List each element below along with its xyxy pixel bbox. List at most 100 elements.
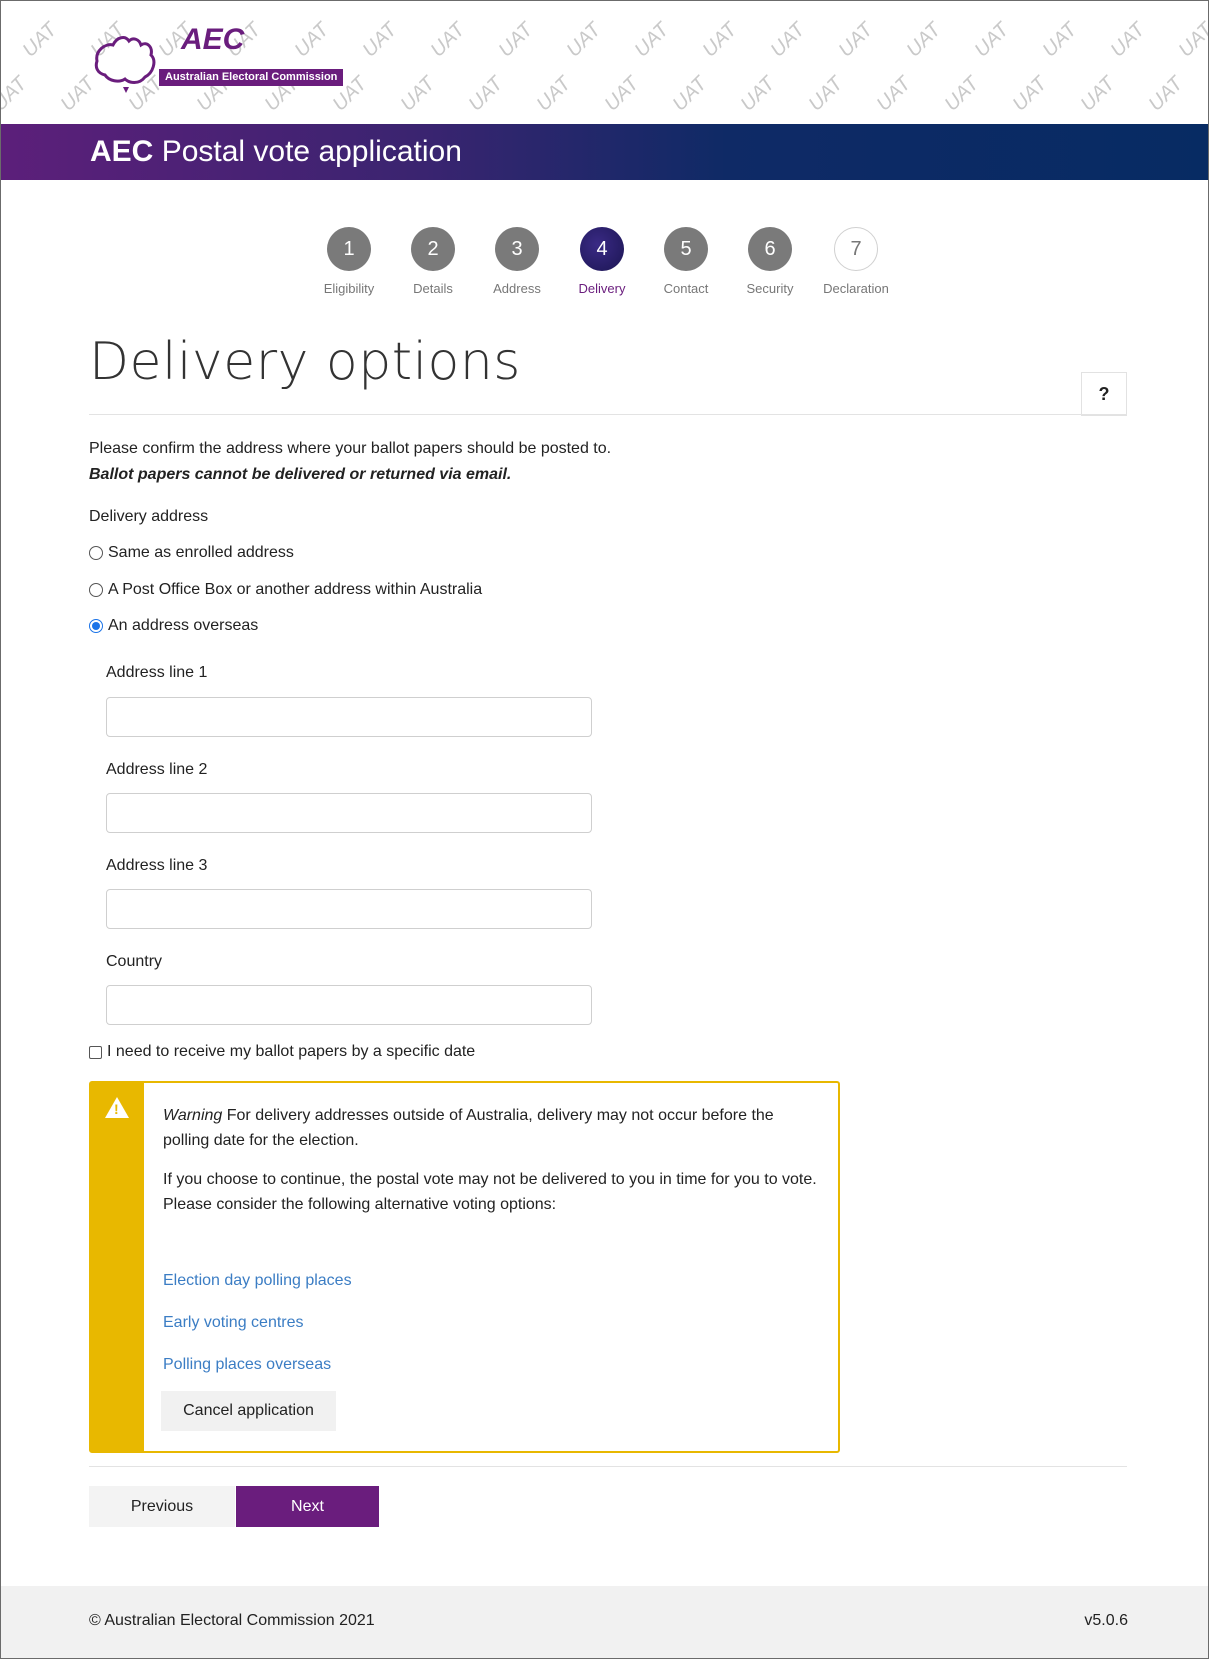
watermark-text: UAT [426,18,470,62]
warning-content: Warning For delivery addresses outside o… [163,1103,823,1231]
step-label: Details [413,281,453,296]
step-number: 6 [748,227,792,271]
app-title-bold: AEC [90,135,154,168]
watermark-text: UAT [1106,18,1150,62]
warning-box: ! Warning For delivery addresses outside… [89,1081,840,1453]
watermark-text: UAT [970,18,1014,62]
watermark-text: UAT [834,18,878,62]
divider [89,1466,1127,1467]
aec-logo[interactable]: AEC Australian Electoral Commission [91,23,371,99]
step-6[interactable]: 6 Security [725,227,815,296]
next-button[interactable]: Next [236,1486,379,1527]
cancel-application-button[interactable]: Cancel application [161,1391,336,1431]
site-header: UAT UAT UAT UAT UAT UAT UAT UAT UAT UAT UAT UAT UAT U… [1,1,1208,125]
app-title-banner: AEC Postal vote application [1,124,1208,180]
step-number: 2 [411,227,455,271]
radio-label: An address overseas [108,617,259,634]
step-5[interactable]: 5 Contact [641,227,731,296]
step-number: 1 [327,227,371,271]
specific-date-checkbox[interactable] [89,1045,102,1059]
step-label: Security [746,281,794,296]
warning-text-3: Please consider the following alternativ… [163,1196,557,1213]
step-4[interactable]: 4 Delivery [557,227,647,296]
watermark-text: UAT [1,72,32,116]
logo-abbr: AEC [181,23,245,56]
radio-address-overseas[interactable]: An address overseas [89,617,258,635]
step-label: Declaration [823,281,889,296]
watermark-text: UAT [668,72,712,116]
link-election-day-polling-places[interactable]: Election day polling places [163,1272,352,1290]
watermark-text: UAT [1144,72,1188,116]
radio-same-as-enrolled[interactable]: Same as enrolled address [89,544,294,562]
step-label: Address [493,281,541,296]
address-line-1-input[interactable] [106,697,592,737]
step-3[interactable]: 3 Address [472,227,562,296]
link-early-voting-centres[interactable]: Early voting centres [163,1314,304,1332]
step-number: 3 [495,227,539,271]
watermark-text: UAT [872,72,916,116]
radio-label: Same as enrolled address [108,544,294,561]
warning-stripe: ! [91,1083,144,1451]
app-title: Postal vote application [161,135,462,168]
footer: © Australian Electoral Commission 2021 v… [1,1586,1208,1658]
radio-label: A Post Office Box or another address wit… [108,581,483,598]
watermark-text: UAT [1174,18,1208,62]
help-button[interactable]: ? [1081,372,1127,416]
step-label: Contact [663,281,709,296]
progress-stepper: 1 Eligibility 2 Details 3 Address 4 Delivery 5 Co… [0,227,1209,307]
warning-text-1: For delivery addresses outside of Austra… [163,1107,774,1149]
watermark-text: UAT [464,72,508,116]
page-title: Delivery options [89,332,521,392]
radio-button[interactable] [89,583,103,597]
watermark-text: UAT [18,18,62,62]
version-text: v5.0.6 [1084,1612,1128,1629]
intro-text: Please confirm the address where your ba… [89,440,612,457]
address-line-2-input[interactable] [106,793,592,833]
watermark-text: UAT [736,72,780,116]
copyright-text: © Australian Electoral Commission 2021 [89,1612,375,1629]
watermark-text: UAT [532,72,576,116]
step-number: 5 [664,227,708,271]
country-input[interactable] [106,985,592,1025]
watermark-text: UAT [766,18,810,62]
country-label: Country [106,953,163,970]
previous-button[interactable]: Previous [89,1486,235,1527]
address-line-2-label: Address line 2 [106,761,208,778]
address-line-3-input[interactable] [106,889,592,929]
step-2[interactable]: 2 Details [388,227,478,296]
step-label: Delivery [578,281,626,296]
radio-button-selected[interactable] [89,619,103,633]
watermark-text: UAT [1038,18,1082,62]
watermark-text: UAT [630,18,674,62]
radio-button[interactable] [89,546,103,560]
australia-map-icon [94,36,156,93]
address-line-3-label: Address line 3 [106,857,208,874]
address-line-1-label: Address line 1 [106,664,208,681]
warning-triangle-icon: ! [105,1097,129,1118]
watermark-text: UAT [1076,72,1120,116]
warning-title: Warning [163,1107,223,1124]
intro-emphasis: Ballot papers cannot be delivered or ret… [89,466,512,483]
step-7: 7 Declaration [811,227,901,296]
specific-date-label: I need to receive my ballot papers by a … [107,1043,476,1060]
divider [89,414,1127,415]
warning-text-2: If you choose to continue, the postal vo… [163,1171,817,1188]
watermark-text: UAT [940,72,984,116]
watermark-text: UAT [396,72,440,116]
step-number: 7 [834,227,878,271]
step-1[interactable]: 1 Eligibility [304,227,394,296]
radio-po-box-australia[interactable]: A Post Office Box or another address wit… [89,581,482,599]
watermark-text: UAT [600,72,644,116]
specific-date-checkbox-row[interactable]: I need to receive my ballot papers by a … [89,1043,475,1061]
step-label: Eligibility [323,281,375,296]
watermark-text: UAT [804,72,848,116]
watermark-text: UAT [902,18,946,62]
watermark-text: UAT [698,18,742,62]
link-polling-places-overseas[interactable]: Polling places overseas [163,1356,331,1374]
delivery-address-label: Delivery address [89,508,209,525]
watermark-text: UAT [562,18,606,62]
watermark-text: UAT [1008,72,1052,116]
step-number: 4 [580,227,624,271]
logo-full-name: Australian Electoral Commission [159,69,344,86]
watermark-text: UAT [494,18,538,62]
